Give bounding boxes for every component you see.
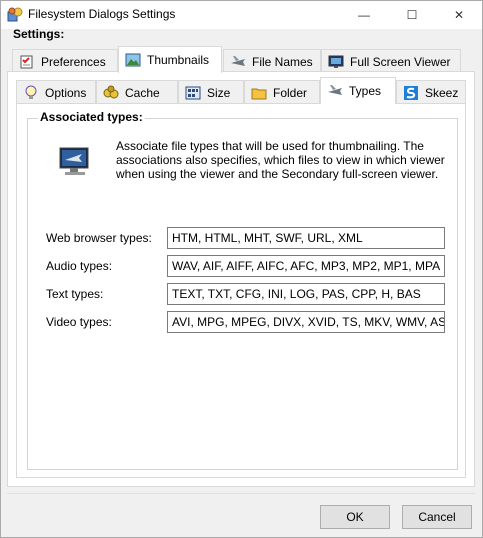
monitor-icon [59, 147, 89, 175]
cache-icon [103, 85, 119, 98]
video-types-field[interactable]: AVI, MPG, MPEG, DIVX, XVID, TS, MKV, WMV… [167, 311, 445, 333]
inner-tab-row: Options Cache Size Folder Types Skeez [16, 77, 466, 104]
tab-label: Thumbnails [147, 53, 210, 67]
tab-label: Skeez [425, 85, 459, 100]
text-types-label: Text types: [46, 287, 104, 301]
tab-full-screen-viewer[interactable]: Full Screen Viewer [321, 49, 461, 73]
tab-label: File Names [252, 54, 313, 69]
minimize-icon: — [358, 8, 370, 22]
skeez-icon [404, 85, 418, 100]
tab-types[interactable]: Types [320, 77, 396, 104]
settings-heading: Settings: [13, 27, 65, 41]
settings-window: Filesystem Dialogs Settings — ☐ ✕ Settin… [0, 0, 483, 538]
tab-thumbnails[interactable]: Thumbnails [118, 46, 222, 73]
tab-cache[interactable]: Cache [96, 80, 178, 104]
file-names-icon [231, 55, 245, 66]
size-icon [185, 86, 201, 99]
thumbnails-panel: Options Cache Size Folder Types Skeez As… [7, 71, 475, 487]
maximize-icon: ☐ [406, 8, 418, 22]
associated-types-group: Associated types: Associate file types t… [27, 110, 458, 470]
tab-label: Folder [273, 85, 308, 100]
lightbulb-icon [25, 85, 37, 99]
maximize-button[interactable]: ☐ [389, 1, 435, 29]
types-panel: Associated types: Associate file types t… [16, 103, 466, 478]
thumbnails-icon [125, 53, 141, 67]
footer-divider [7, 493, 475, 494]
cancel-button[interactable]: Cancel [402, 505, 472, 529]
tab-options[interactable]: Options [16, 80, 96, 104]
web-browser-types-label: Web browser types: [46, 231, 152, 245]
tab-skeez[interactable]: Skeez [396, 80, 466, 104]
group-title: Associated types: [38, 110, 145, 124]
preferences-icon [20, 55, 33, 68]
window-title: Filesystem Dialogs Settings [28, 7, 176, 21]
tab-label: Types [349, 84, 382, 98]
tab-label: Cache [125, 85, 160, 100]
video-types-label: Video types: [46, 315, 112, 329]
title-bar: Filesystem Dialogs Settings — ☐ ✕ [1, 1, 482, 29]
web-browser-types-field[interactable]: HTM, HTML, MHT, SWF, URL, XML [167, 227, 445, 249]
text-types-field[interactable]: TEXT, TXT, CFG, INI, LOG, PAS, CPP, H, B… [167, 283, 445, 305]
tab-label: Full Screen Viewer [350, 54, 451, 69]
description-text: Associate file types that will be used f… [116, 139, 445, 181]
app-icon [7, 7, 23, 22]
tab-label: Size [207, 85, 231, 100]
tab-label: Options [45, 85, 87, 100]
close-button[interactable]: ✕ [436, 1, 482, 29]
close-icon: ✕ [453, 8, 465, 22]
minimize-button[interactable]: — [341, 1, 387, 29]
tab-file-names[interactable]: File Names [223, 49, 321, 73]
plane-icon [328, 85, 342, 95]
audio-types-field[interactable]: WAV, AIF, AIFF, AIFC, AFC, MP3, MP2, MP1… [167, 255, 445, 277]
outer-tab-row: Preferences Thumbnails File Names Full S… [7, 46, 475, 73]
tab-size[interactable]: Size [178, 80, 244, 104]
folder-icon [251, 88, 267, 99]
tab-preferences[interactable]: Preferences [12, 49, 118, 73]
ok-button[interactable]: OK [320, 505, 390, 529]
audio-types-label: Audio types: [46, 259, 113, 273]
full-screen-viewer-icon [328, 55, 344, 68]
tab-label: Preferences [41, 54, 106, 69]
tab-folder[interactable]: Folder [244, 80, 320, 104]
